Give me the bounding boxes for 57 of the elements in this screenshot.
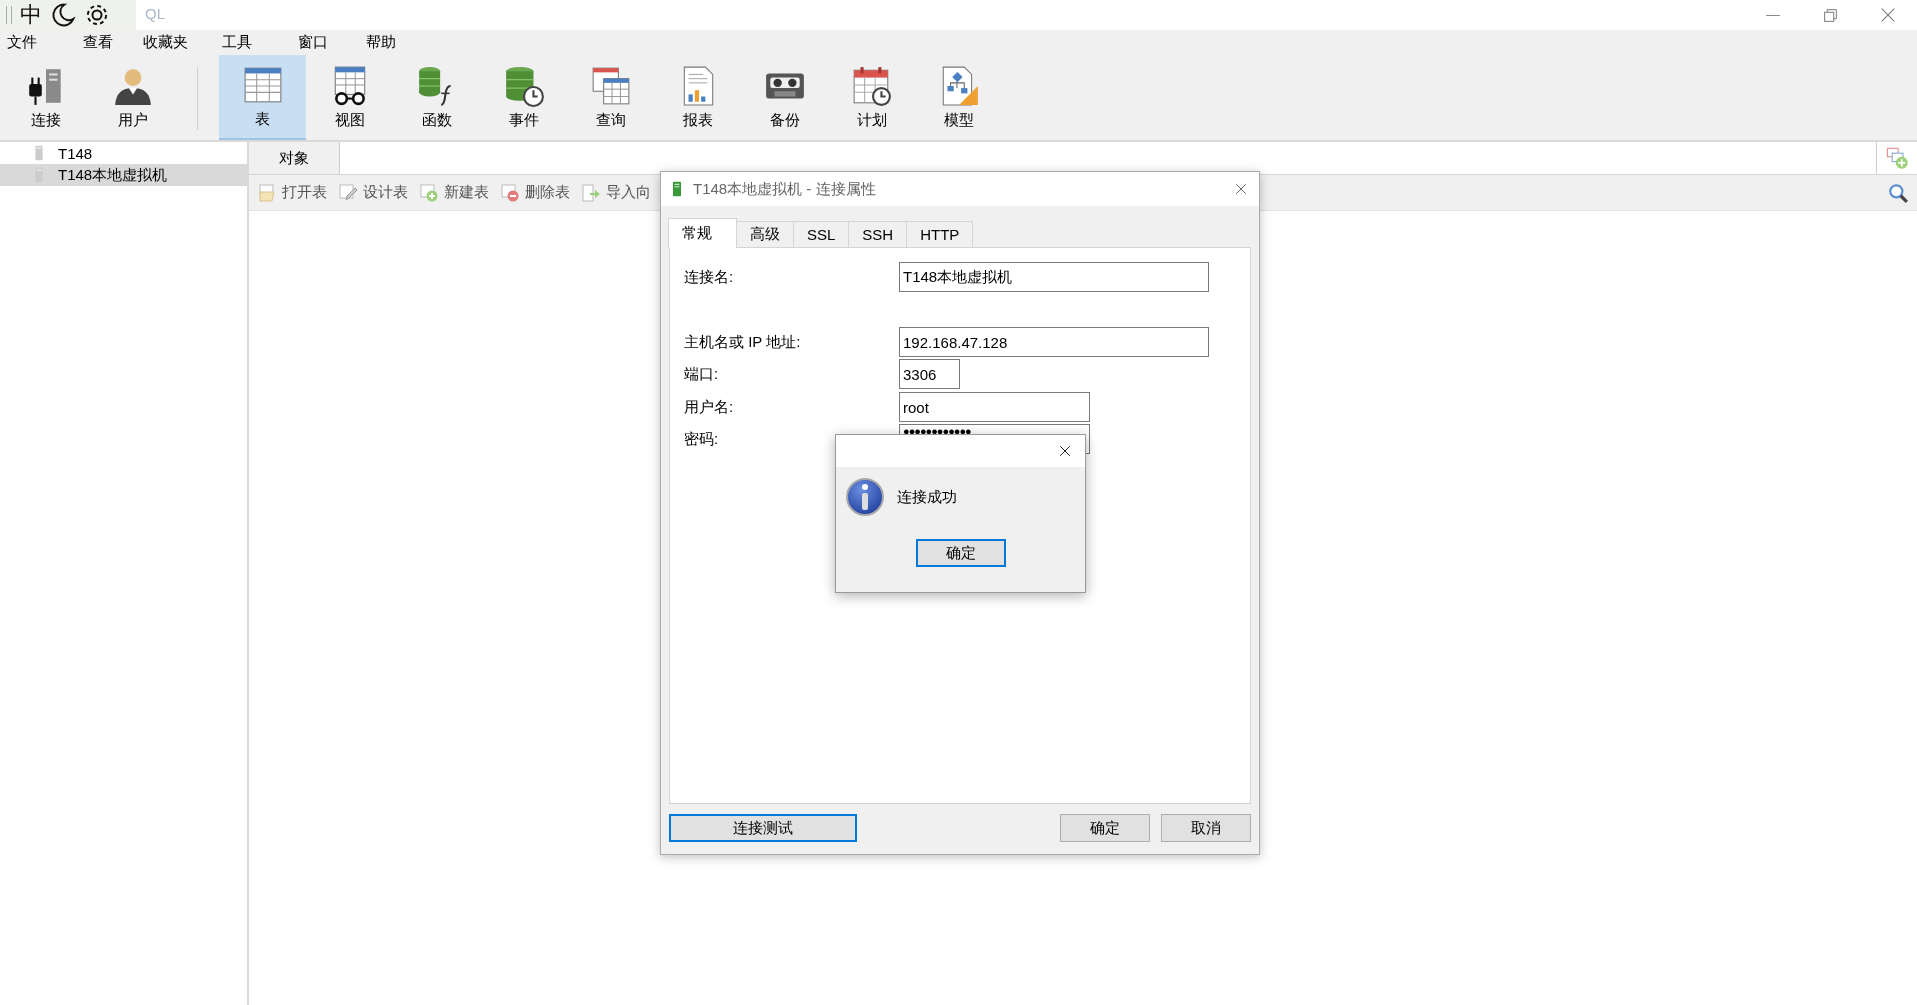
toolbar-button[interactable]: 事件	[480, 55, 567, 140]
toolbar-button[interactable]: 导入向	[581, 182, 651, 203]
toolbar-button[interactable]: 设计表	[338, 182, 408, 203]
toolbar-button[interactable]: 报表	[654, 55, 741, 140]
field-label: 用户名:	[684, 397, 735, 417]
connection-item[interactable]: T148	[0, 142, 247, 164]
ok-button[interactable]: 确定	[915, 539, 1006, 567]
input-field[interactable]: T148本地虚拟机	[899, 262, 1209, 292]
minimize-icon	[1766, 14, 1780, 16]
toolbar-button[interactable]: 表	[219, 55, 306, 140]
connection-item[interactable]: T148本地虚拟机	[0, 164, 247, 186]
menu-item[interactable]: 查看	[83, 33, 113, 50]
toolbar-button[interactable]: 计划	[828, 55, 915, 140]
toolbar-button[interactable]: 新建表	[419, 182, 489, 203]
input-field[interactable]: root	[899, 392, 1090, 422]
toolbar-button[interactable]: 视图	[306, 55, 393, 140]
close-icon	[1881, 8, 1895, 22]
toolbar-button[interactable]: 模型	[915, 55, 1002, 140]
import-table-icon	[581, 182, 601, 203]
dialog-title: T148本地虚拟机 - 连接属性	[693, 179, 877, 199]
field-label: 主机名或 IP 地址:	[684, 332, 802, 352]
menu-item[interactable]: 文件	[7, 33, 37, 50]
input-mode-toggle[interactable]: 中	[20, 0, 42, 30]
dialog-button[interactable]: 连接测试	[669, 814, 857, 842]
message-text: 连接成功	[897, 487, 957, 507]
input-field[interactable]: 3306	[899, 359, 960, 389]
toolbar-button[interactable]: 连接	[2, 55, 89, 140]
field-label: 密码:	[684, 429, 720, 449]
close-icon[interactable]	[1057, 443, 1073, 459]
moon-icon	[50, 2, 76, 28]
dialog-button[interactable]: 取消	[1161, 814, 1251, 842]
field-label: 连接名:	[684, 267, 735, 287]
window-title: QL	[145, 5, 165, 22]
info-icon	[845, 477, 885, 517]
restore-icon	[1824, 8, 1837, 22]
folder-table-icon	[257, 182, 277, 203]
toolbar-button[interactable]: 函数	[393, 55, 480, 140]
add-table-icon	[419, 182, 439, 203]
settings-icon	[84, 2, 110, 28]
toolbar-button[interactable]: 打开表	[257, 182, 327, 203]
dialog-tab[interactable]: 常规	[668, 218, 737, 248]
toolbar-button[interactable]: 用户	[89, 55, 176, 140]
menu-item[interactable]: 收藏夹	[143, 33, 188, 50]
delete-table-icon	[500, 182, 520, 203]
search-icon[interactable]	[1887, 181, 1909, 204]
menu-item[interactable]: 帮助	[366, 33, 396, 50]
dialog-tab[interactable]: HTTP	[906, 221, 974, 247]
grip-handle[interactable]	[6, 6, 12, 24]
menu-item[interactable]: 窗口	[298, 33, 328, 50]
toolbar-button[interactable]: 备份	[741, 55, 828, 140]
dialog-button[interactable]: 确定	[1060, 814, 1150, 842]
toolbar-button[interactable]: 删除表	[500, 182, 570, 203]
toolbar-button[interactable]: 查询	[567, 55, 654, 140]
field-label: 端口:	[684, 364, 720, 384]
pencil-table-icon	[338, 182, 358, 203]
input-field[interactable]: 192.168.47.128	[899, 327, 1209, 357]
menu-item[interactable]: 工具	[222, 33, 252, 50]
